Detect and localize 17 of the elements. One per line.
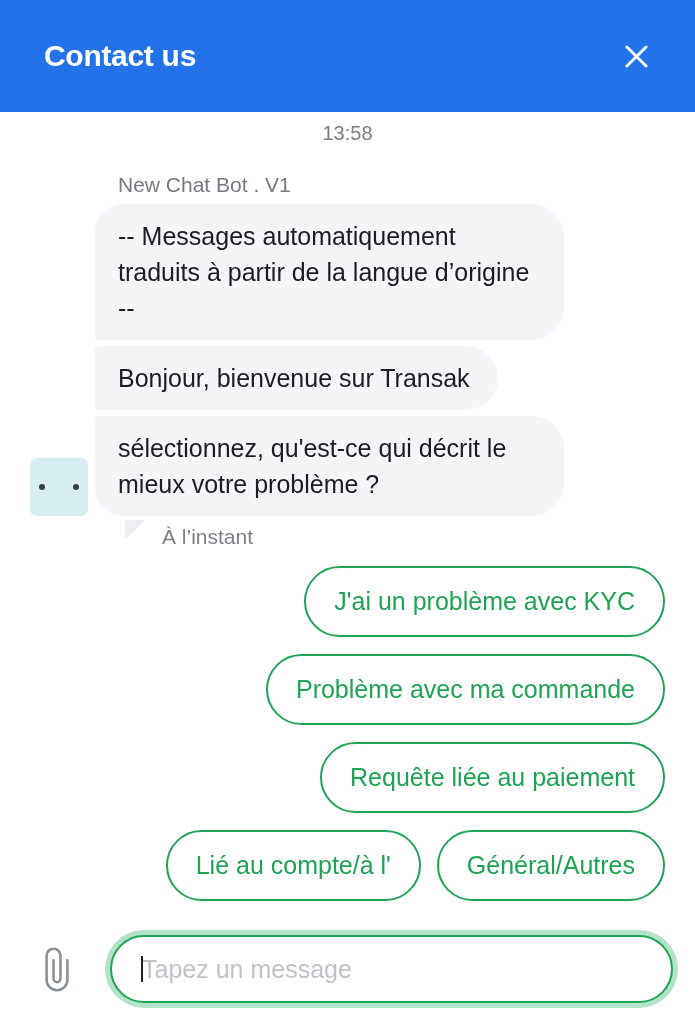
quick-reply-button[interactable]: Problème avec ma commande [265,654,665,725]
quick-reply-button[interactable]: J'ai un problème avec KYC [304,566,665,637]
quick-reply-button[interactable]: Général/Autres [436,830,665,901]
close-icon[interactable] [625,44,648,68]
message-bubble: sélectionnez, qu'est-ce qui décrit le mieux votre problème ? [95,416,564,516]
quick-reply-button[interactable]: Lié au compte/à l' [165,830,421,901]
sender-name: New Chat Bot . V1 [118,173,291,197]
timestamp: 13:58 [322,122,373,144]
avatar-icon [30,458,88,516]
paperclip-icon[interactable] [45,946,69,992]
message-input[interactable]: Tapez un message [105,930,678,1008]
message-bubble: -- Messages automatiquement traduits à partir de la langue d’origine -- [95,204,564,340]
text-cursor-icon [141,956,143,982]
message-bubble: Bonjour, bienvenue sur Transak [95,346,498,410]
header-title: Contact us [44,39,196,73]
delivery-status: À l’instant [162,524,254,550]
quick-reply-button[interactable]: Requête liée au paiement [320,742,665,813]
